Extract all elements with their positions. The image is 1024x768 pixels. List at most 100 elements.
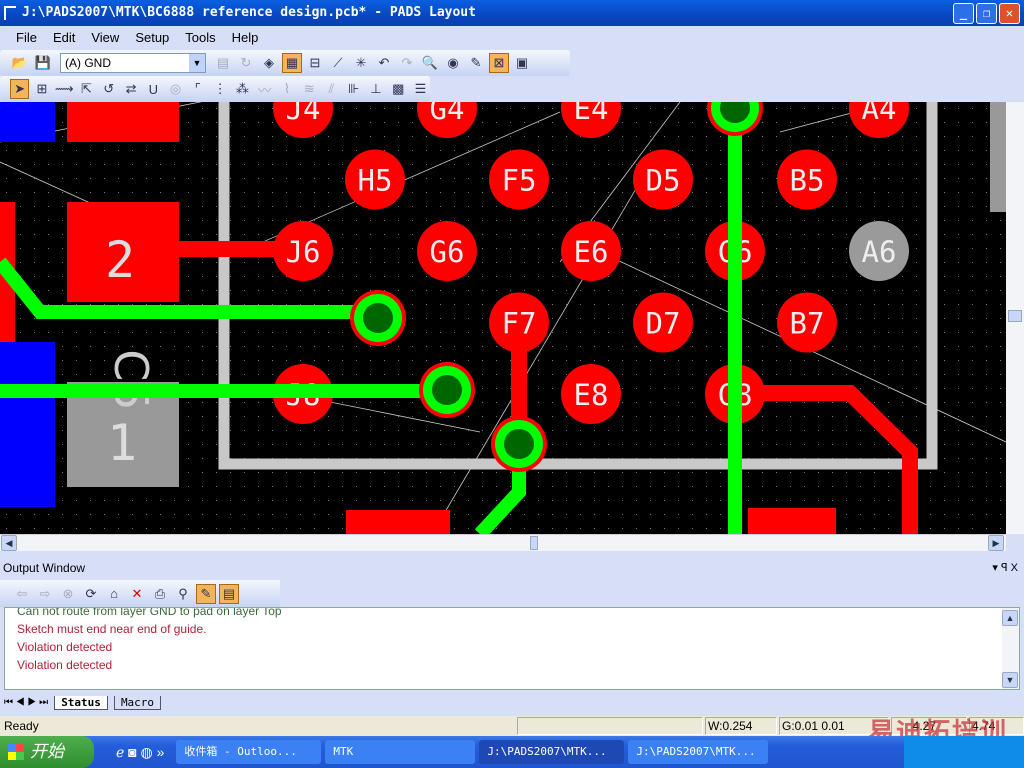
task-outlook[interactable]: 收件箱 - Outloo... [176,740,322,764]
menu-file[interactable]: File [16,30,37,45]
split-icon[interactable]: ⋮ [210,79,229,99]
bus-route-icon[interactable]: ≋ [300,79,319,99]
pcb-canvas[interactable]: 2 1 C5 J4 G4 E4 A4 H5 F5 D5 B5 J6 G6 E6 C6 A6 F7 D7 B7 J8 E8… [0,102,1006,534]
find-icon[interactable]: ⚲ [173,584,193,604]
menu-view[interactable]: View [91,30,119,45]
design-toolbar: ➤ ⊞ ⟿ ⇱ ↺ ⇄ U ◎ ⌜ ⋮ ⁂ 〰 ⌇ ≋ ⫽ ⊪ ⊥ ▩ ☰ [0,76,430,102]
swap-icon[interactable]: ⇄ [121,79,140,99]
via-hole [504,429,534,459]
component-pad [748,508,836,534]
system-tray [904,736,1024,768]
length-icon[interactable]: ⊪ [344,79,363,99]
vertical-scrollbar[interactable] [1006,102,1024,534]
blue-copper-area [0,342,55,507]
rotate-icon[interactable]: ↺ [99,79,118,99]
ecotool-icon[interactable]: ⊟ [305,53,325,73]
pcb-drawing[interactable]: 21C5J4 G4 E4 A4H5 F5 D5 B5J6 G6 E6 C6 A6F7 D7 B7J8 E8… [0,102,1006,534]
edit-icon[interactable]: ✎ [196,583,216,604]
vertical-scroll-thumb[interactable] [1008,310,1022,322]
horizontal-scroll-thumb[interactable] [530,536,538,550]
home-icon[interactable]: ⌂ [104,584,124,604]
log-line: Violation detected [17,640,113,654]
fanout-icon[interactable]: ▩ [389,79,408,99]
menu-setup[interactable]: Setup [135,30,169,45]
horizontal-scrollbar[interactable]: ◀ ▶ [0,534,1006,551]
windows-flag-icon [8,744,24,760]
menu-edit[interactable]: Edit [53,30,75,45]
sketch-icon[interactable]: 〰 [255,79,274,99]
undo-icon[interactable]: ↶ [374,53,394,73]
forward-icon[interactable]: ⇨ [35,584,55,604]
pad-label: B5 [790,164,825,198]
zoom-icon[interactable]: 🔍 [420,53,440,73]
standard-toolbar: 📂 💾 (A) GND ▼ ▤ ↻ ◈ ▦ ⊟ ⟋ ✳ ↶ ↷ 🔍 ◉ ✎ ⊠ ▣ [0,50,570,76]
properties-icon[interactable]: ▤ [213,53,233,73]
output-log[interactable]: Can not route from layer GND to pad on l… [4,607,1020,690]
pad-label: G4 [430,102,465,126]
maximize-button[interactable]: ❐ [976,3,997,24]
task-mtk-folder[interactable]: MTK [325,740,476,764]
add-route-icon[interactable]: ⟿ [55,79,74,99]
layer-select[interactable]: (A) GND ▼ [60,53,206,73]
select-arrow-icon[interactable]: ➤ [10,79,30,99]
refresh-icon[interactable]: ⟳ [81,584,101,604]
refdes-label: C5 [104,349,158,410]
pads-app-icon [4,6,16,20]
pad-label: E4 [574,102,609,126]
log-line: Can not route from layer GND to pad on l… [17,607,282,618]
move-icon[interactable]: ⇱ [77,79,96,99]
tab-status[interactable]: Status [54,695,108,710]
autoroute-icon[interactable]: ⌇ [277,79,296,99]
minimize-button[interactable]: _ [953,3,974,24]
output-toolbar: ⇦ ⇨ ⊗ ⟳ ⌂ ✕ ⎙ ⚲ ✎ ▤ [0,580,280,607]
scroll-down-button[interactable]: ▼ [1002,672,1018,688]
quick-launch-icons[interactable]: ℯ ◙ ◍ » [116,744,164,761]
project-icon[interactable]: ▣ [512,53,532,73]
add-icon[interactable]: ⊞ [32,79,51,99]
output-window-title: Output Window [3,561,86,575]
view-icon[interactable]: ◉ [443,53,463,73]
status-empty-cell [517,717,703,735]
close-button[interactable]: ✕ [999,3,1020,24]
stop-icon[interactable]: ⊗ [58,584,78,604]
tab-macro[interactable]: Macro [113,695,162,710]
drafting-icon[interactable]: ◈ [259,53,279,73]
log-icon[interactable]: ▤ [219,583,239,604]
save-icon[interactable]: 💾 [33,53,53,73]
design-toolbar-icon[interactable]: ▦ [282,53,302,73]
refresh-icon[interactable]: ↻ [236,53,256,73]
dynamic-route-icon[interactable]: ⁂ [233,79,252,99]
task-pads-1[interactable]: J:\PADS2007\MTK... [479,740,625,764]
delete-icon[interactable]: ✕ [127,584,147,604]
start-button[interactable]: 开始 [0,736,94,768]
pad-label: E6 [574,235,609,269]
list-icon[interactable]: ☰ [411,79,430,99]
corner-icon[interactable]: ⌜ [188,79,207,99]
menu-tools[interactable]: Tools [185,30,215,45]
open-icon[interactable]: 📂 [10,53,30,73]
chevron-down-icon[interactable]: ▼ [189,54,205,72]
scroll-up-button[interactable]: ▲ [1002,610,1018,626]
bga-icon[interactable]: ✳ [351,53,371,73]
tune-icon[interactable]: ⫽ [322,79,341,99]
router-icon[interactable]: ⊠ [489,53,509,73]
task-pads-2[interactable]: J:\PADS2007\MTK... [628,740,769,764]
print-icon[interactable]: ⎙ [150,584,170,604]
scroll-right-button[interactable]: ▶ [988,535,1004,551]
output-scrollbar[interactable]: ▲ ▼ [1002,608,1019,689]
brush-icon[interactable]: ✎ [466,53,486,73]
menu-bar: File Edit View Setup Tools Help [0,26,1024,48]
auto-renumber-icon[interactable]: U [144,79,163,99]
route-icon[interactable]: ⟋ [328,53,348,73]
tab-nav-arrows[interactable]: ⏮ ◀ ▶ ⏭ [4,697,48,708]
via-icon[interactable]: ◎ [166,79,185,99]
pad-label: B7 [790,307,825,341]
output-window-header: Output Window ▾ ꟼ X [0,558,1024,578]
stitch-icon[interactable]: ⊥ [366,79,385,99]
scroll-left-button[interactable]: ◀ [1,535,17,551]
back-icon[interactable]: ⇦ [12,584,32,604]
redo-icon[interactable]: ↷ [397,53,417,73]
pad-label: F5 [502,164,537,198]
output-window-controls[interactable]: ▾ ꟼ X [992,558,1018,578]
menu-help[interactable]: Help [232,30,259,45]
